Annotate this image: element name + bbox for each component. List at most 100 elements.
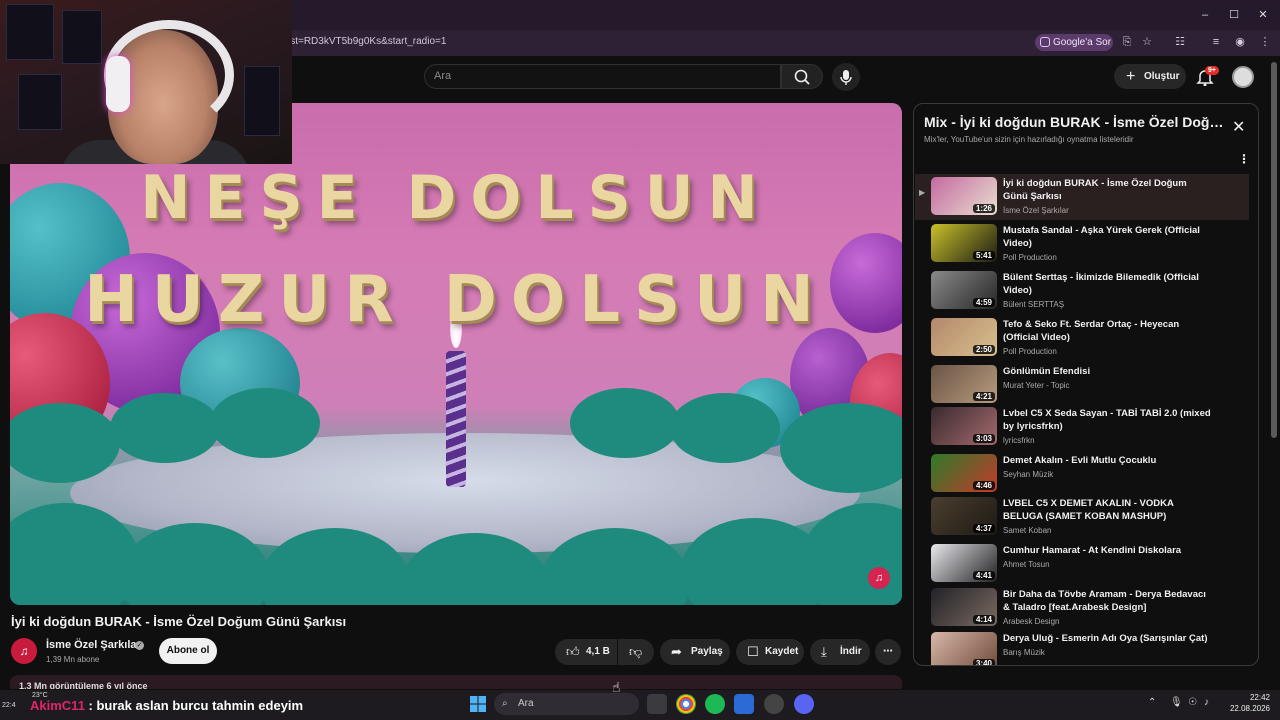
playlist-item[interactable]: 3:40 Derya Uluğ - Esmerin Adı Oya (Sarışı… (915, 629, 1249, 665)
playlist-item[interactable]: 4:37 LVBEL C5 X DEMET AKALIN - VODKA BELU… (915, 494, 1249, 540)
playlist-item-thumbnail[interactable]: 5:41 (931, 224, 997, 262)
channel-avatar[interactable]: ♫ (11, 638, 37, 664)
url-text[interactable]: ist=RD3kVT5b9g0Ks&start_radio=1 (288, 36, 446, 47)
dislike-button[interactable]: 👎︎ (618, 639, 654, 665)
playlist-item[interactable]: 4:59 Bülent Serttaş - İkimizde Bilemedik … (915, 268, 1249, 314)
browser-menu-icon[interactable]: ⋮ (1258, 35, 1272, 49)
discord-icon[interactable] (794, 694, 814, 714)
spotify-icon[interactable] (705, 694, 725, 714)
playlist-item-title[interactable]: Derya Uluğ - Esmerin Adı Oya (Sarışınlar… (1003, 632, 1213, 645)
maximize-icon[interactable]: ☐ (1227, 8, 1241, 22)
playlist-item-thumbnail[interactable]: 4:21 (931, 365, 997, 403)
duration-badge: 4:46 (972, 481, 995, 490)
playlist-item-title[interactable]: Gönlümün Efendisi (1003, 365, 1213, 378)
playlist-item-title[interactable]: İyi ki doğdun BURAK - İsme Özel Doğum Gü… (1003, 177, 1213, 203)
photos-app-icon[interactable] (734, 694, 754, 714)
duration-badge: 5:41 (972, 251, 995, 260)
plus-icon: + (1126, 68, 1136, 85)
search-input[interactable] (434, 70, 734, 82)
google-sor-button[interactable]: Google'a Sor (1035, 34, 1113, 51)
chrome-icon[interactable] (676, 694, 696, 714)
playlist-item[interactable]: ▶ 1:26 İyi ki doğdun BURAK - İsme Özel Doğ… (915, 174, 1249, 220)
playlist-item-thumbnail[interactable]: 4:37 (931, 497, 997, 535)
microphone-icon[interactable]: 🎙︎ (1170, 697, 1183, 708)
playlist-item-thumbnail[interactable]: 4:59 (931, 271, 997, 309)
frosting-graphic (210, 388, 320, 458)
more-vertical-icon[interactable]: ⋮ (1238, 152, 1250, 166)
more-actions-button[interactable]: ⋯ (875, 639, 901, 665)
playlist-item-thumbnail[interactable]: 3:03 (931, 407, 997, 445)
playlist-item-thumbnail[interactable]: 1:26 (931, 177, 997, 215)
playlist-item-title[interactable]: Tefo & Seko Ft. Serdar Ortaç - Heyecan (… (1003, 318, 1213, 344)
like-button[interactable]: 👍︎ 4,1 B (555, 639, 617, 665)
playlist-item-title[interactable]: LVBEL C5 X DEMET AKALIN - VODKA BELUGA (… (1003, 497, 1213, 523)
description-box[interactable]: 1,3 Mn görüntüleme 6 yıl önce (10, 675, 902, 689)
translate-icon[interactable]: ☷ (1173, 35, 1187, 49)
task-view-icon[interactable] (647, 694, 667, 714)
search-button[interactable] (781, 64, 823, 89)
google-sor-label: Google'a Sor (1053, 37, 1112, 48)
download-icon: ⤓ (821, 644, 827, 659)
search-icon: ⌕ (502, 698, 508, 709)
video-player[interactable]: NEŞE DOLSUN HUZUR DOLSUN ♫ (10, 103, 902, 605)
volume-icon[interactable]: ♪ (1204, 697, 1209, 708)
playlist-item[interactable]: 2:50 Tefo & Seko Ft. Serdar Ortaç - Heyec… (915, 315, 1249, 361)
page-scrollbar[interactable] (1271, 62, 1277, 438)
playlist-item-channel: lyricsfrkn (1003, 436, 1035, 445)
minimize-icon[interactable]: – (1198, 8, 1212, 22)
chevron-up-icon[interactable]: ⌃ (1148, 697, 1156, 708)
playlist-item-title[interactable]: Cumhur Hamarat - At Kendini Diskolara (1003, 544, 1213, 557)
playlist-item[interactable]: 4:41 Cumhur Hamarat - At Kendini Diskolar… (915, 541, 1249, 587)
playlist-item-thumbnail[interactable]: 3:40 (931, 632, 997, 665)
playlist-item-title[interactable]: Lvbel C5 X Seda Sayan - TABİ TABİ 2.0 (m… (1003, 407, 1213, 433)
bookmark-star-icon[interactable]: ☆ (1140, 35, 1154, 49)
voice-search-button[interactable] (832, 63, 860, 91)
playlist-item-title[interactable]: Bir Daha da Tövbe Aramam - Derya Bedavac… (1003, 588, 1213, 614)
playlist-item-title[interactable]: Mustafa Sandal - Aşka Yürek Gerek (Offic… (1003, 224, 1213, 250)
playlist-item-title[interactable]: Bülent Serttaş - İkimizde Bilemedik (Off… (1003, 271, 1213, 297)
notification-badge: 9+ (1205, 66, 1219, 75)
playlist-item[interactable]: 4:46 Demet Akalın - Evli Mutlu Çocuklu Sey… (915, 451, 1249, 497)
playlist-item[interactable]: 3:03 Lvbel C5 X Seda Sayan - TABİ TABİ 2.… (915, 404, 1249, 450)
search-box[interactable] (424, 64, 781, 89)
close-icon[interactable]: ✕ (1256, 8, 1270, 22)
playlist-item-thumbnail[interactable]: 4:14 (931, 588, 997, 626)
download-button[interactable]: ⤓ İndir (810, 639, 870, 665)
chat-username: AkimC11 (30, 698, 85, 713)
playlist-item-channel: Barış Müzik (1003, 648, 1045, 657)
account-avatar[interactable] (1232, 66, 1254, 88)
profile-icon[interactable]: ◉ (1233, 35, 1247, 49)
duration-badge: 4:41 (972, 571, 995, 580)
frosting-graphic (110, 393, 220, 463)
close-icon[interactable]: ✕ (1232, 117, 1245, 137)
playlist-item-channel: Ahmet Tosun (1003, 560, 1050, 569)
taskbar-search[interactable]: ⌕ Ara (494, 693, 639, 715)
share-arrow-icon: ➦ (671, 644, 682, 659)
playlist-item-thumbnail[interactable]: 2:50 (931, 318, 997, 356)
playlist-item-thumbnail[interactable]: 4:46 (931, 454, 997, 492)
save-button[interactable]: ☐ Kaydet (736, 639, 804, 665)
playlist-item-thumbnail[interactable]: 4:41 (931, 544, 997, 582)
duration-badge: 4:37 (972, 524, 995, 533)
windows-start-icon[interactable] (468, 694, 488, 714)
create-button[interactable]: + Oluştur (1114, 64, 1186, 89)
channel-watermark-icon[interactable]: ♫ (868, 567, 890, 589)
playlist-item[interactable]: 4:14 Bir Daha da Tövbe Aramam - Derya Bed… (915, 585, 1249, 631)
subscribe-button[interactable]: Abone ol (159, 638, 217, 664)
taskbar-clock[interactable]: 22:42 22.08.2026 (1222, 692, 1270, 714)
now-playing-icon: ▶ (919, 188, 926, 197)
playlist-item-title[interactable]: Demet Akalın - Evli Mutlu Çocuklu (1003, 454, 1213, 467)
share-button[interactable]: ➦ Paylaş (660, 639, 730, 665)
playlist-title[interactable]: Mix - İyi ki doğdun BURAK - İsme Özel Do… (924, 114, 1224, 130)
playlist-item-channel: Poll Production (1003, 347, 1057, 356)
playlist-item[interactable]: 4:21 Gönlümün Efendisi Murat Yeter - Topic (915, 362, 1249, 408)
obs-icon[interactable] (764, 694, 784, 714)
playlist-item[interactable]: 5:41 Mustafa Sandal - Aşka Yürek Gerek (O… (915, 221, 1249, 267)
channel-name[interactable]: İsme Özel Şarkılar (46, 639, 141, 651)
reading-list-icon[interactable]: ≡ (1209, 35, 1223, 49)
thumbs-up-icon: 👍︎ (566, 644, 580, 659)
network-icon[interactable]: ☉ (1188, 697, 1197, 708)
install-icon[interactable]: ⎘ (1120, 35, 1134, 49)
playlist-item-channel: Samet Koban (1003, 526, 1052, 535)
candle-graphic (446, 351, 466, 487)
